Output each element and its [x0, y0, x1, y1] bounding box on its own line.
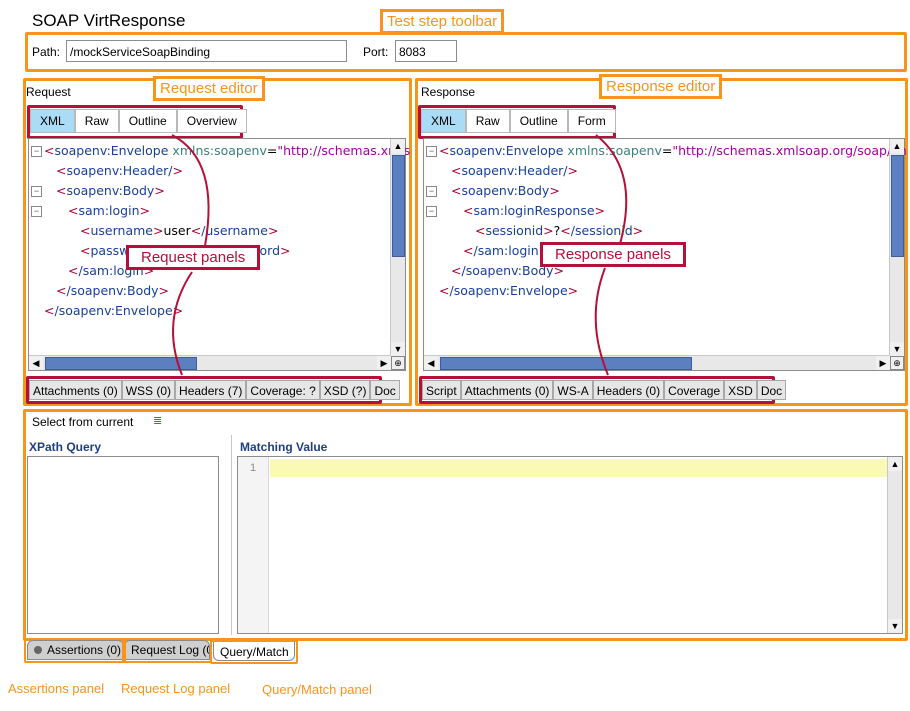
- select-from-current-icon[interactable]: ≣: [153, 414, 162, 427]
- request-log-tab-highlight: [122, 638, 212, 663]
- assertions-panel-label: Assertions panel: [8, 681, 105, 696]
- select-from-current-label: Select from current: [32, 415, 134, 429]
- request-log-panel-label: Request Log panel: [121, 681, 231, 696]
- matching-value-scrollbar[interactable]: ▲ ▼: [887, 457, 902, 633]
- xpath-query-heading: XPath Query: [29, 440, 102, 454]
- matching-value-editor[interactable]: 1 ▲ ▼: [237, 456, 903, 634]
- line-gutter: 1: [238, 457, 269, 633]
- scroll-down-icon[interactable]: ▼: [888, 619, 902, 633]
- query-match-panel-label: Query/Match panel: [262, 682, 372, 697]
- xpath-query-input[interactable]: [27, 456, 219, 634]
- matching-value-heading: Matching Value: [240, 440, 328, 454]
- panel-divider[interactable]: [231, 435, 232, 635]
- scroll-up-icon[interactable]: ▲: [888, 457, 902, 471]
- assertions-tab-highlight: [24, 638, 126, 663]
- query-match-tab-highlight: [210, 640, 298, 664]
- current-line-highlight: [270, 459, 887, 477]
- line-number: 1: [250, 462, 257, 474]
